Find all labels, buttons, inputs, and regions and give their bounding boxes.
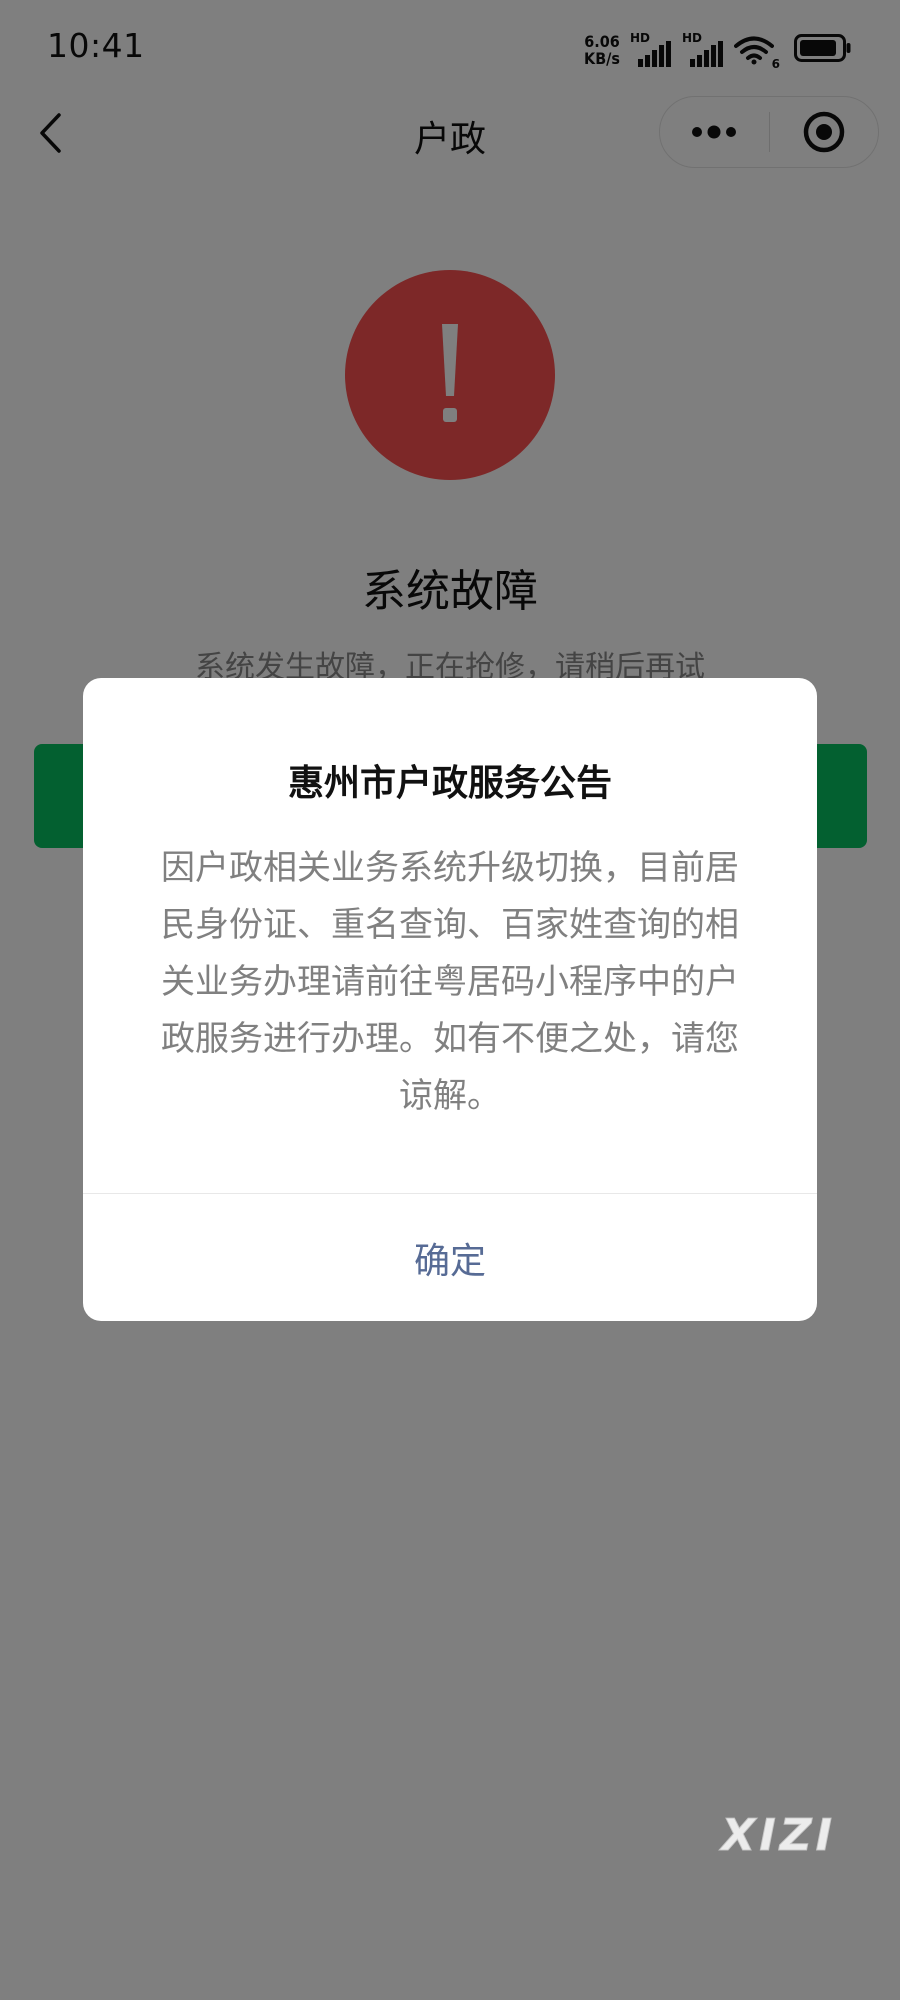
- confirm-button[interactable]: 确定: [83, 1194, 817, 1321]
- xizi-watermark: XIZI: [721, 1810, 836, 1862]
- announcement-dialog: 惠州市户政服务公告 因户政相关业务系统升级切换，目前居民身份证、重名查询、百家姓…: [83, 678, 817, 1321]
- dialog-body: 因户政相关业务系统升级切换，目前居民身份证、重名查询、百家姓查询的相关业务办理请…: [161, 848, 739, 1116]
- dialog-title: 惠州市户政服务公告: [287, 763, 612, 804]
- app-screen: 10:41 6.06 KB/s HD HD: [0, 0, 900, 2000]
